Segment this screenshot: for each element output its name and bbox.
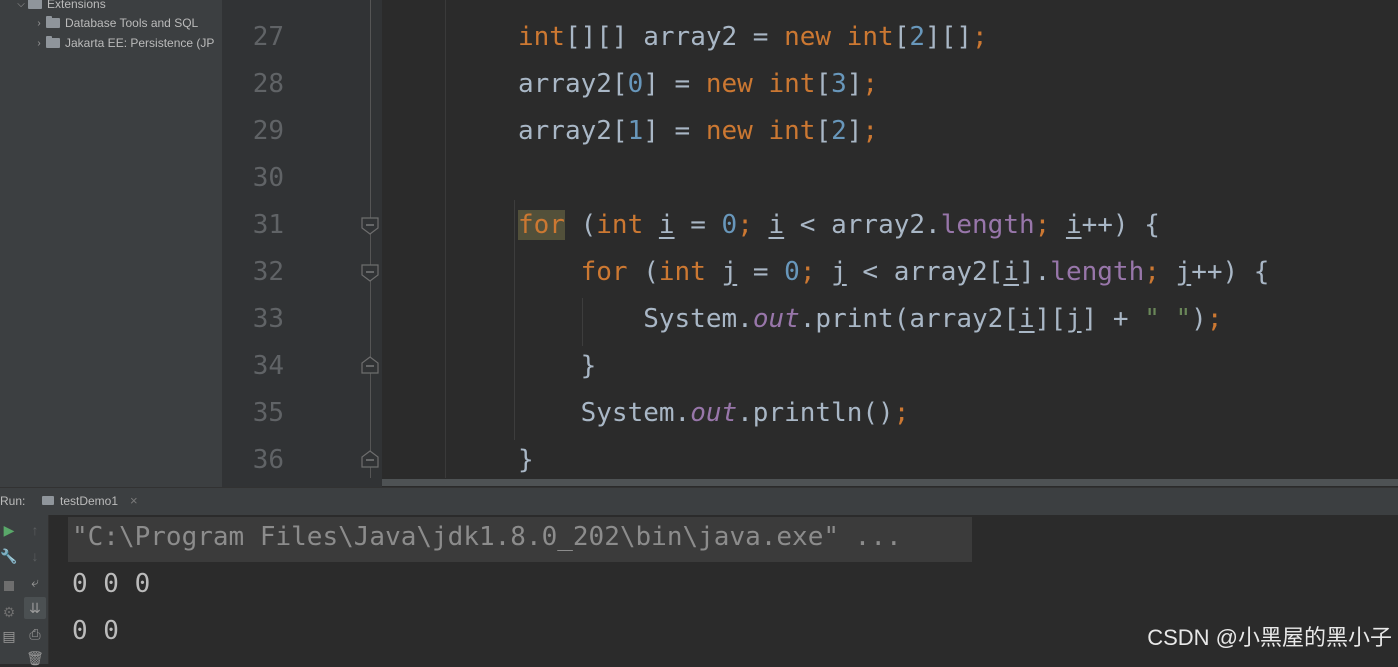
print-icon[interactable]: ⎙ (26, 625, 44, 643)
fold-guide-line (370, 0, 371, 478)
line-number: 34 (252, 351, 284, 381)
indent-guide (514, 200, 515, 440)
code-line[interactable]: array2[0] = new int[3]; (518, 69, 878, 99)
chevron-down-icon[interactable]: ⌵ (14, 0, 28, 10)
line-number: 35 (252, 398, 284, 428)
console-icon (42, 496, 54, 505)
scroll-to-end-icon[interactable]: ⇊ (24, 597, 46, 619)
close-icon[interactable]: × (130, 493, 138, 508)
scrollbar-thumb[interactable] (382, 479, 1398, 486)
line-number: 28 (252, 69, 284, 99)
arrow-down-icon[interactable]: ↓ (26, 547, 44, 565)
console-output-line: 0 0 0 (72, 569, 151, 599)
layout-icon[interactable]: ▤ (0, 627, 18, 645)
run-tab-label: testDemo1 (60, 494, 119, 508)
gear-icon[interactable]: ⚙ (0, 603, 18, 621)
console-command-line: "C:\Program Files\Java\jdk1.8.0_202\bin\… (72, 522, 902, 552)
fold-end-icon[interactable] (360, 355, 380, 375)
tree-item-label: Extensions (47, 0, 106, 11)
project-panel: ⌵ Extensions › Database Tools and SQL › … (0, 0, 222, 487)
run-toolbar: ▶ ↑ 🔧 ↓ ⤶ ⚙ ⇊ ⎙ ▤ 🗑 (0, 515, 48, 667)
wrench-icon[interactable]: 🔧 (0, 547, 18, 565)
line-number: 33 (252, 304, 284, 334)
code-line[interactable]: int[][] array2 = new int[2][]; (518, 22, 988, 52)
line-number: 26 (222, 0, 284, 6)
run-label: Run: (0, 494, 26, 508)
chevron-right-icon[interactable]: › (32, 18, 46, 29)
fold-end-icon[interactable] (360, 449, 380, 469)
folder-icon (28, 0, 42, 9)
code-line[interactable]: } (518, 351, 597, 381)
code-line[interactable]: } (518, 445, 534, 475)
soft-wrap-icon[interactable]: ⤶ (26, 573, 44, 591)
line-number: 32 (252, 257, 284, 287)
line-number: 36 (252, 445, 284, 475)
tree-item-extensions[interactable]: ⌵ Extensions (14, 0, 106, 14)
indent-guide (445, 0, 446, 478)
code-line[interactable]: for (int j = 0; j < array2[i].length; j+… (518, 257, 1270, 287)
stop-icon[interactable] (0, 577, 18, 595)
code-line[interactable]: for (int i = 0; i < array2.length; i++) … (518, 210, 1160, 240)
fold-collapse-icon[interactable] (360, 263, 380, 283)
tree-item-jakarta-persistence[interactable]: › Jakarta EE: Persistence (JP (32, 33, 214, 53)
fold-collapse-icon[interactable] (360, 216, 380, 236)
folder-icon (46, 36, 60, 48)
code-line[interactable]: array2[1] = new int[2]; (518, 116, 878, 146)
tree-item-label: Database Tools and SQL (65, 16, 199, 30)
folder-icon (46, 16, 60, 28)
rerun-icon[interactable]: ▶ (0, 521, 18, 539)
divider (48, 515, 49, 664)
arrow-up-icon[interactable]: ↑ (26, 521, 44, 539)
editor-gutter: 26 27 28 29 30 31 32 33 34 35 36 (222, 0, 382, 487)
trash-icon[interactable]: 🗑 (26, 649, 44, 667)
console-output-line: 0 0 (72, 616, 119, 646)
line-number: 30 (252, 163, 284, 193)
line-number: 31 (252, 210, 284, 240)
tree-item-database-tools[interactable]: › Database Tools and SQL (32, 13, 198, 33)
tree-item-label: Jakarta EE: Persistence (JP (65, 36, 215, 50)
code-line[interactable]: System.out.println(); (518, 398, 910, 428)
chevron-right-icon[interactable]: › (32, 38, 46, 49)
code-line[interactable]: System.out.print(array2[i][j] + " "); (518, 304, 1222, 334)
line-number: 27 (252, 22, 284, 52)
run-tab[interactable]: testDemo1 × (36, 488, 146, 518)
line-number: 29 (252, 116, 284, 146)
run-panel-header: Run: testDemo1 × (0, 487, 1398, 518)
watermark: CSDN @小黑屋的黑小子 (1147, 625, 1392, 650)
